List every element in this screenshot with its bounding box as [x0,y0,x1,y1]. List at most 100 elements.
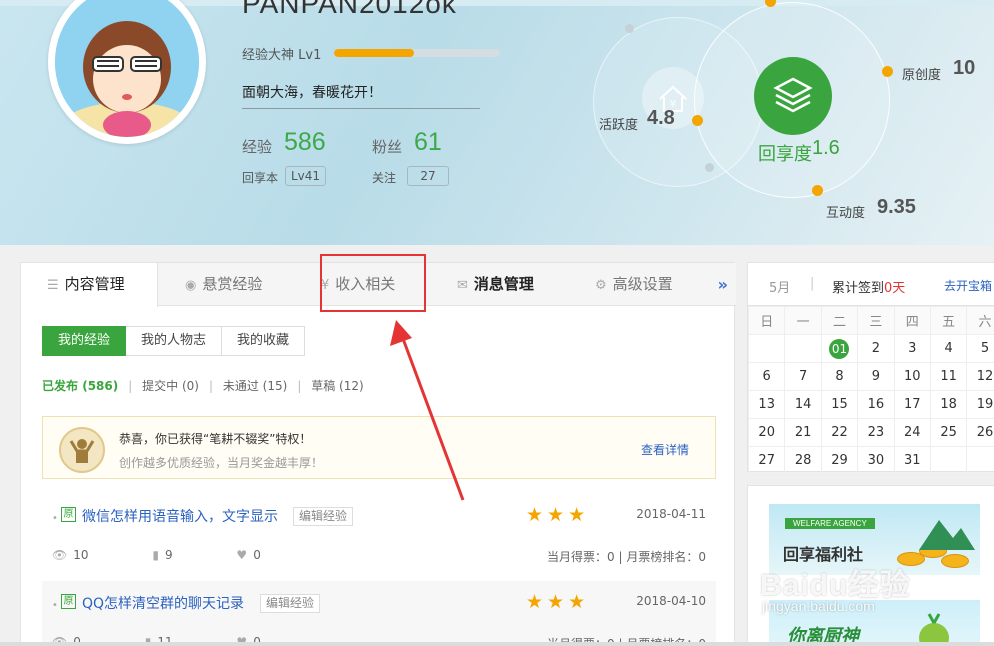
day-number: 15 [831,397,848,412]
calendar-day[interactable]: 15 [820,390,859,419]
calendar-day[interactable]: 27 [747,446,786,475]
calendar-day[interactable]: 29 [820,446,859,475]
calendar-day[interactable]: 4 [929,334,968,363]
notice-subtitle: 创作越多优质经验，当月奖金越丰厚！ [119,456,324,470]
calendar-day[interactable]: 25 [929,418,968,447]
day-number: 23 [867,425,885,440]
calendar-day[interactable]: 20 [747,418,786,447]
follow-count-pill[interactable]: 27 [407,166,449,186]
gear-icon: ⚙ [595,278,607,293]
calendar-day[interactable]: 17 [893,390,931,419]
level-progress-fill [334,49,414,57]
edit-experience-button[interactable]: 编辑经验 [260,594,321,613]
original-badge: 原 [61,594,76,609]
day-number: 28 [794,453,812,468]
subtab-my-favorites[interactable]: 我的收藏 [222,326,306,356]
publish-date: 2018-04-11 [636,507,706,521]
calendar-day[interactable]: 24 [893,418,931,447]
subtab-my-experience[interactable]: 我的经验 [42,326,127,356]
calendar-day[interactable]: 8 [820,362,859,391]
share-degree-value: 1.6 [812,137,840,159]
coin-icon [941,554,969,568]
calendar-day[interactable]: 01 [820,334,859,363]
more-tabs-icon[interactable]: » [718,275,728,294]
calendar-day[interactable]: 22 [820,418,859,447]
day-number: 5 [980,341,990,356]
motto[interactable]: 面朝大海，春暖花开！ [242,82,480,109]
subtab-my-profiles[interactable]: 我的人物志 [126,326,223,356]
weekday-label: 五 [929,306,968,335]
activity-value: 4.8 [647,107,675,129]
calendar-day[interactable]: 26 [966,418,994,447]
tab-content-management[interactable]: ☰ 内容管理 [21,263,158,307]
interaction-dot-icon [812,185,823,196]
status-published[interactable]: 已发布 (586) [42,379,118,393]
welfare-tag: WELFARE AGENCY [785,518,875,529]
day-number: 14 [794,397,812,412]
list-icon: ☰ [47,278,59,293]
status-rejected[interactable]: 未通过 (15) [223,379,287,393]
day-number: 26 [976,425,994,440]
status-filter-row: 已发布 (586) | 提交中 (0) | 未通过 (15) | 草稿 (12) [42,379,364,393]
calendar-day[interactable]: 30 [857,446,895,475]
day-number: 22 [831,425,848,440]
calendar-day[interactable]: 31 [893,446,931,475]
today-marker: 01 [829,338,850,359]
like-count: 0 [253,548,261,562]
weekday-label: 日 [747,306,786,335]
day-number: 4 [944,341,953,356]
calendar-day[interactable]: 14 [784,390,822,419]
calendar-day[interactable]: 7 [784,362,822,391]
bullet-icon: • [52,600,58,611]
day-number: 24 [903,425,921,440]
calendar-day[interactable]: 16 [857,390,895,419]
day-number: 13 [758,397,775,412]
day-number: 12 [976,369,994,384]
calendar-day[interactable]: 11 [929,362,968,391]
status-draft[interactable]: 草稿 (12) [311,379,363,393]
calendar-day[interactable]: 23 [857,418,895,447]
calendar-day[interactable]: 3 [893,334,931,363]
bottom-divider [0,642,994,646]
tab-label: 内容管理 [64,275,125,293]
calendar-day[interactable]: 28 [784,446,822,475]
follow-label: 关注 [372,171,397,185]
tab-advanced-settings[interactable]: ⚙ 高级设置 [595,263,673,306]
interaction-value: 9.35 [877,196,916,218]
calendar-day[interactable]: 5 [966,334,994,363]
calendar-day[interactable]: 2 [857,334,895,363]
avatar-illustration [55,0,199,137]
experience-title-link[interactable]: 微信怎样用语音输入，文字显示 [82,506,278,526]
orbit-dot-icon [705,163,714,172]
avatar[interactable] [48,0,206,144]
day-number: 3 [908,341,917,356]
original-dot-icon [882,66,893,77]
calendar-day[interactable]: 9 [857,362,895,391]
open-treasure-link[interactable]: 去开宝箱 [944,277,992,294]
status-submitting[interactable]: 提交中 (0) [142,379,199,393]
calendar-day[interactable]: 6 [747,362,786,391]
day-number: 27 [758,453,775,468]
calendar-day[interactable]: 12 [966,362,994,391]
calendar-empty-cell [966,446,994,475]
sign-in-calendar: 5月 | 累计签到0天 去开宝箱 日一二三四五六 01 2 3 4 5 6 7 8 9 10 11 1… [747,262,994,475]
tab-message-management[interactable]: ✉ 消息管理 [457,263,534,306]
calendar-day[interactable]: 21 [784,418,822,447]
day-number: 2 [871,341,880,356]
orbit-dot-icon [625,24,634,33]
tab-reward-experience[interactable]: ◉ 悬赏经验 [185,263,262,306]
experience-title-link[interactable]: QQ怎样清空群的聊天记录 [82,593,244,613]
day-number: 16 [867,397,885,412]
day-number: 11 [940,369,957,384]
original-value: 10 [953,57,976,79]
calendar-day[interactable]: 10 [893,362,931,391]
edit-experience-button[interactable]: 编辑经验 [293,507,354,526]
item-stats: 👁 10 ▮ 9 ♥ 0 [52,548,321,562]
day-number: 8 [835,369,844,384]
calendar-day[interactable]: 13 [747,390,786,419]
calendar-day[interactable]: 18 [929,390,968,419]
layers-icon[interactable] [754,57,832,135]
view-details-link[interactable]: 查看详情 [641,441,689,458]
calendar-day[interactable]: 19 [966,390,994,419]
fans-value[interactable]: 61 [414,128,442,157]
